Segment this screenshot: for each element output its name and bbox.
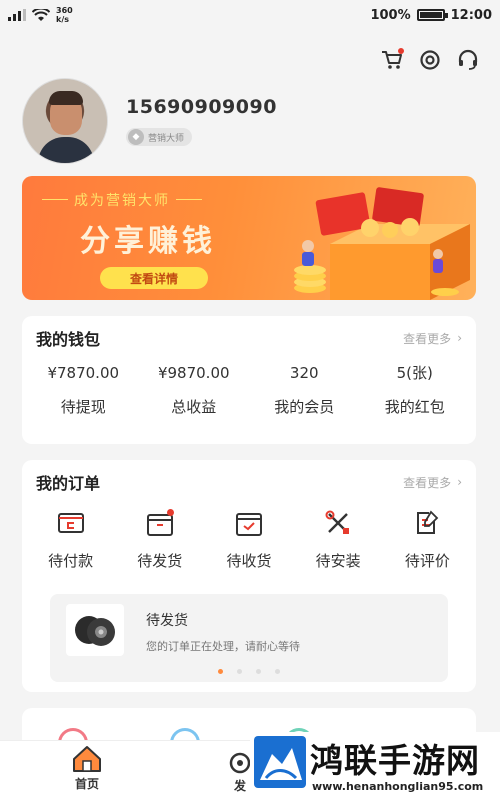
- clock: 12:00: [450, 7, 492, 23]
- wallet-card: 我的钱包 查看更多 › ¥7870.00 待提现 ¥9870.00 总收益 32…: [22, 316, 476, 444]
- order-status-label: 待评价: [404, 552, 450, 570]
- header-actions: [380, 48, 480, 72]
- watermark-logo-icon: [254, 736, 306, 788]
- site-watermark: 鸿联手游网 www.henanhonglian95.com: [250, 732, 500, 800]
- notice-title: 待发货: [146, 613, 188, 629]
- wallet-header: 我的钱包 查看更多 ›: [22, 316, 476, 360]
- banner-details-button[interactable]: 查看详情: [100, 267, 208, 289]
- orders-card: 我的订单 查看更多 › 待付款 待发货 待收货 待安装 待评价 待发货 您的订单…: [22, 460, 476, 692]
- order-status-unpaid[interactable]: 待付款: [26, 508, 115, 571]
- status-bar: 360 k/s 100% 12:00: [0, 0, 500, 30]
- avatar[interactable]: [22, 78, 108, 164]
- cart-icon[interactable]: [380, 48, 404, 72]
- home-icon: [73, 746, 101, 772]
- wallet-stat-value: ¥9870.00: [157, 364, 230, 382]
- order-notice[interactable]: 待发货 您的订单正在处理，请耐心等待: [50, 594, 448, 682]
- orders-more-label: 查看更多: [403, 475, 452, 490]
- watermark-url: www.henanhonglian95.com: [312, 780, 484, 793]
- badge-shield-icon: ◆: [128, 129, 144, 145]
- order-status-grid: 待付款 待发货 待收货 待安装 待评价: [22, 508, 476, 571]
- wallet-title: 我的钱包: [36, 330, 101, 349]
- gift-box-illustration: [294, 187, 470, 300]
- receive-box-icon: [234, 508, 264, 538]
- wallet-stat-value: 5(张): [396, 364, 433, 382]
- status-right: 100% 12:00: [370, 8, 492, 23]
- wallet-stat-income[interactable]: ¥9870.00 总收益: [139, 360, 250, 417]
- order-status-to-receive[interactable]: 待收货: [204, 508, 293, 571]
- user-phone: 15690909090: [126, 96, 277, 118]
- wallet-stat-members[interactable]: 320 我的会员: [249, 360, 360, 417]
- payment-icon: [56, 508, 86, 538]
- chevron-right-icon: ›: [457, 331, 462, 345]
- tab-publish-label: 发: [233, 779, 246, 793]
- wifi-icon: [32, 8, 50, 21]
- settings-icon[interactable]: [418, 48, 442, 72]
- banner-title: 分享赚钱: [80, 224, 216, 259]
- tab-home-label: 首页: [74, 777, 99, 791]
- status-left: 360 k/s: [8, 6, 73, 24]
- order-status-label: 待付款: [48, 552, 94, 570]
- wallet-stat-withdraw[interactable]: ¥7870.00 待提现: [28, 360, 139, 417]
- notice-text: 您的订单正在处理，请耐心等待: [146, 640, 300, 653]
- carousel-dot[interactable]: [275, 669, 280, 674]
- order-status-to-install[interactable]: 待安装: [294, 508, 383, 571]
- wallet-stat-label: 我的红包: [384, 398, 445, 416]
- wallet-more-label: 查看更多: [403, 331, 452, 346]
- wallet-stat-label: 总收益: [171, 398, 217, 416]
- carousel-dot[interactable]: [218, 669, 223, 674]
- order-status-label: 待安装: [315, 552, 361, 570]
- wallet-stat-value: 320: [289, 364, 319, 382]
- cart-badge: [398, 48, 404, 54]
- order-badge: [166, 509, 174, 516]
- order-status-to-review[interactable]: 待评价: [383, 508, 472, 571]
- order-status-label: 待收货: [226, 552, 272, 570]
- wallet-stats: ¥7870.00 待提现 ¥9870.00 总收益 320 我的会员 5(张) …: [22, 360, 476, 417]
- headset-icon[interactable]: [456, 48, 480, 72]
- tab-home[interactable]: 首页: [72, 745, 102, 792]
- wallet-stat-label: 待提现: [60, 398, 106, 416]
- network-speed-value: 360: [56, 6, 73, 15]
- watermark-title: 鸿联手游网: [310, 741, 480, 780]
- order-status-to-ship[interactable]: 待发货: [115, 508, 204, 571]
- wallet-stat-redpackets[interactable]: 5(张) 我的红包: [360, 360, 471, 417]
- order-status-label: 待发货: [137, 552, 183, 570]
- orders-more-link[interactable]: 查看更多 ›: [403, 474, 462, 491]
- tire-thumbnail: [66, 604, 124, 656]
- promo-banner[interactable]: 成为营销大师 分享赚钱 查看详情: [22, 176, 476, 300]
- chevron-right-icon: ›: [457, 475, 462, 489]
- profile-info: 15690909090 ◆ 营销大师: [126, 96, 277, 146]
- wallet-stat-label: 我的会员: [274, 398, 335, 416]
- orders-title: 我的订单: [36, 474, 101, 493]
- review-icon: [412, 508, 442, 538]
- tools-icon: [323, 508, 353, 538]
- shipping-box-icon: [145, 508, 175, 538]
- wallet-stat-value: ¥7870.00: [47, 364, 120, 382]
- publish-icon: [229, 752, 251, 774]
- profile-section: 15690909090 ◆ 营销大师: [22, 78, 277, 164]
- tab-publish[interactable]: 发: [228, 751, 252, 794]
- carousel-dot[interactable]: [237, 669, 242, 674]
- member-badge: ◆ 营销大师: [126, 128, 193, 146]
- network-speed-unit: k/s: [56, 15, 70, 24]
- battery-icon: [416, 9, 448, 21]
- battery-percent: 100%: [370, 7, 411, 23]
- wallet-more-link[interactable]: 查看更多 ›: [403, 330, 462, 347]
- orders-header: 我的订单 查看更多 ›: [22, 460, 476, 504]
- network-speed: 360 k/s: [56, 6, 73, 24]
- carousel-dots: [50, 669, 448, 674]
- banner-subtitle: 成为营销大师: [42, 190, 202, 210]
- signal-icon: [8, 9, 26, 21]
- carousel-dot[interactable]: [256, 669, 261, 674]
- badge-label: 营销大师: [148, 133, 185, 144]
